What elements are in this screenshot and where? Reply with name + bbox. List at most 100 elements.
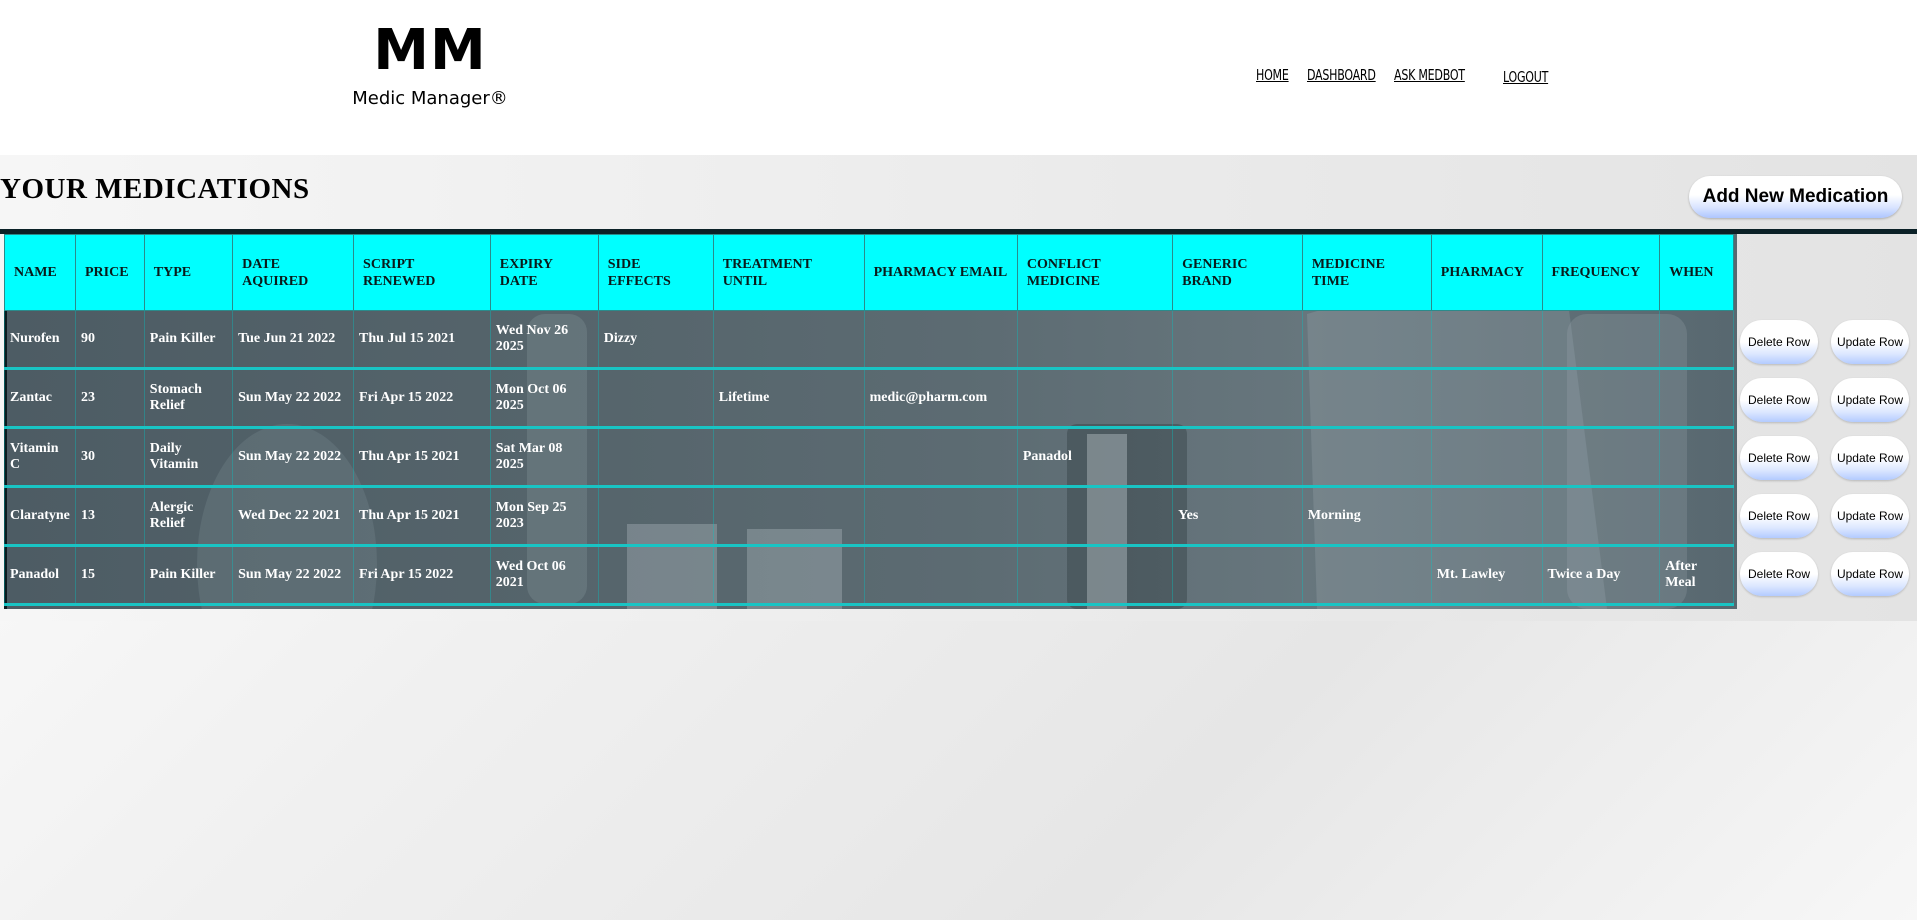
cell-script-renewed: Fri Apr 15 2022 <box>353 545 491 606</box>
column-header[interactable]: EXPIRY DATE <box>489 234 599 311</box>
cell-pharmacy-email <box>863 486 1018 547</box>
table-row: Claratyne 13 Alergic Relief Wed Dec 22 2… <box>4 486 1734 547</box>
cell-conflict-medicine <box>1016 368 1174 429</box>
table-row: Zantac 23 Stomach Relief Sun May 22 2022… <box>4 368 1734 429</box>
nav-home-link[interactable]: HOME <box>1256 66 1289 84</box>
cell-treatment-until <box>712 310 865 370</box>
cell-name: Claratyne <box>4 486 76 547</box>
column-header[interactable]: MEDICINE TIME <box>1301 234 1432 311</box>
nav-dashboard-link[interactable]: DASHBOARD <box>1307 66 1376 84</box>
cell-script-renewed: Thu Apr 15 2021 <box>353 427 491 488</box>
column-header[interactable]: TYPE <box>143 234 234 311</box>
cell-when <box>1659 427 1734 488</box>
cell-generic-brand <box>1172 545 1303 606</box>
cell-medicine-time <box>1301 310 1432 370</box>
cell-name: Zantac <box>4 368 76 429</box>
cell-script-renewed: Thu Apr 15 2021 <box>353 486 491 547</box>
cell-price: 23 <box>74 368 145 429</box>
cell-pharmacy <box>1430 368 1543 429</box>
delete-row-button[interactable]: Delete Row <box>1740 494 1818 538</box>
cell-when <box>1659 368 1734 429</box>
cell-frequency <box>1541 310 1661 370</box>
cell-price: 15 <box>74 545 145 606</box>
cell-when <box>1659 310 1734 370</box>
cell-treatment-until <box>712 486 865 547</box>
cell-date-aquired: Sun May 22 2022 <box>232 368 355 429</box>
cell-when <box>1659 486 1734 547</box>
cell-frequency <box>1541 368 1661 429</box>
cell-type: Daily Vitamin <box>143 427 234 488</box>
cell-medicine-time: Morning <box>1301 486 1432 547</box>
column-header[interactable]: TREATMENT UNTIL <box>712 234 865 311</box>
update-row-button[interactable]: Update Row <box>1831 552 1909 596</box>
cell-conflict-medicine <box>1016 545 1174 606</box>
table-header-row: NAME PRICE TYPE DATE AQUIRED SCRIPT RENE… <box>4 234 1734 311</box>
medications-section: YOUR MEDICATIONS Add New Medication NAME… <box>0 155 1917 621</box>
update-row-button[interactable]: Update Row <box>1831 320 1909 364</box>
cell-generic-brand <box>1172 427 1303 488</box>
column-header[interactable]: NAME <box>4 234 76 311</box>
column-header[interactable]: SIDE EFFECTS <box>597 234 714 311</box>
update-row-button[interactable]: Update Row <box>1831 494 1909 538</box>
cell-generic-brand <box>1172 310 1303 370</box>
column-header[interactable]: PHARMACY EMAIL <box>863 234 1018 311</box>
cell-side-effects <box>597 427 714 488</box>
cell-medicine-time <box>1301 427 1432 488</box>
cell-pharmacy: Mt. Lawley <box>1430 545 1543 606</box>
cell-generic-brand: Yes <box>1172 486 1303 547</box>
delete-row-button[interactable]: Delete Row <box>1740 552 1818 596</box>
cell-name: Panadol <box>4 545 76 606</box>
cell-when: After Meal <box>1659 545 1734 606</box>
cell-pharmacy-email: medic@pharm.com <box>863 368 1018 429</box>
nav-ask-medbot-link[interactable]: ASK MEDBOT <box>1394 66 1465 84</box>
nav-logout-link[interactable]: LOGOUT <box>1503 68 1548 86</box>
update-row-button[interactable]: Update Row <box>1831 378 1909 422</box>
cell-conflict-medicine <box>1016 486 1174 547</box>
column-header[interactable]: PRICE <box>74 234 145 311</box>
cell-treatment-until: Lifetime <box>712 368 865 429</box>
brand-name: Medic Manager® <box>352 88 508 109</box>
column-header[interactable]: CONFLICT MEDICINE <box>1016 234 1174 311</box>
update-row-button[interactable]: Update Row <box>1831 436 1909 480</box>
cell-type: Pain Killer <box>143 545 234 606</box>
cell-expiry-date: Mon Oct 06 2025 <box>489 368 599 429</box>
cell-generic-brand <box>1172 368 1303 429</box>
cell-script-renewed: Fri Apr 15 2022 <box>353 368 491 429</box>
cell-pharmacy <box>1430 427 1543 488</box>
table-row: Panadol 15 Pain Killer Sun May 22 2022 F… <box>4 545 1734 606</box>
cell-frequency: Twice a Day <box>1541 545 1661 606</box>
cell-side-effects: Dizzy <box>597 310 714 370</box>
cell-expiry-date: Wed Nov 26 2025 <box>489 310 599 370</box>
medications-table-wrap: NAME PRICE TYPE DATE AQUIRED SCRIPT RENE… <box>0 229 1917 621</box>
cell-frequency <box>1541 427 1661 488</box>
cell-pharmacy-email <box>863 427 1018 488</box>
table-row: Nurofen 90 Pain Killer Tue Jun 21 2022 T… <box>4 310 1734 370</box>
cell-side-effects <box>597 486 714 547</box>
cell-name: Nurofen <box>4 310 76 370</box>
cell-expiry-date: Sat Mar 08 2025 <box>489 427 599 488</box>
cell-date-aquired: Sun May 22 2022 <box>232 545 355 606</box>
site-header: MM Medic Manager® HOME DASHBOARD ASK MED… <box>0 0 1917 155</box>
column-header[interactable]: PHARMACY <box>1430 234 1543 311</box>
logo[interactable]: MM Medic Manager® <box>340 18 520 109</box>
cell-date-aquired: Wed Dec 22 2021 <box>232 486 355 547</box>
column-header[interactable]: FREQUENCY <box>1541 234 1661 311</box>
add-medication-button[interactable]: Add New Medication <box>1689 176 1902 218</box>
cell-price: 13 <box>74 486 145 547</box>
cell-script-renewed: Thu Jul 15 2021 <box>353 310 491 370</box>
cell-type: Stomach Relief <box>143 368 234 429</box>
cell-expiry-date: Mon Sep 25 2023 <box>489 486 599 547</box>
cell-price: 30 <box>74 427 145 488</box>
column-header[interactable]: SCRIPT RENEWED <box>353 234 491 311</box>
delete-row-button[interactable]: Delete Row <box>1740 320 1818 364</box>
logo-mark: MM <box>373 18 487 83</box>
cell-pharmacy <box>1430 310 1543 370</box>
cell-conflict-medicine: Panadol <box>1016 427 1174 488</box>
cell-date-aquired: Tue Jun 21 2022 <box>232 310 355 370</box>
cell-pharmacy <box>1430 486 1543 547</box>
column-header[interactable]: GENERIC BRAND <box>1172 234 1303 311</box>
column-header[interactable]: WHEN <box>1659 234 1734 311</box>
delete-row-button[interactable]: Delete Row <box>1740 436 1818 480</box>
delete-row-button[interactable]: Delete Row <box>1740 378 1818 422</box>
column-header[interactable]: DATE AQUIRED <box>232 234 355 311</box>
